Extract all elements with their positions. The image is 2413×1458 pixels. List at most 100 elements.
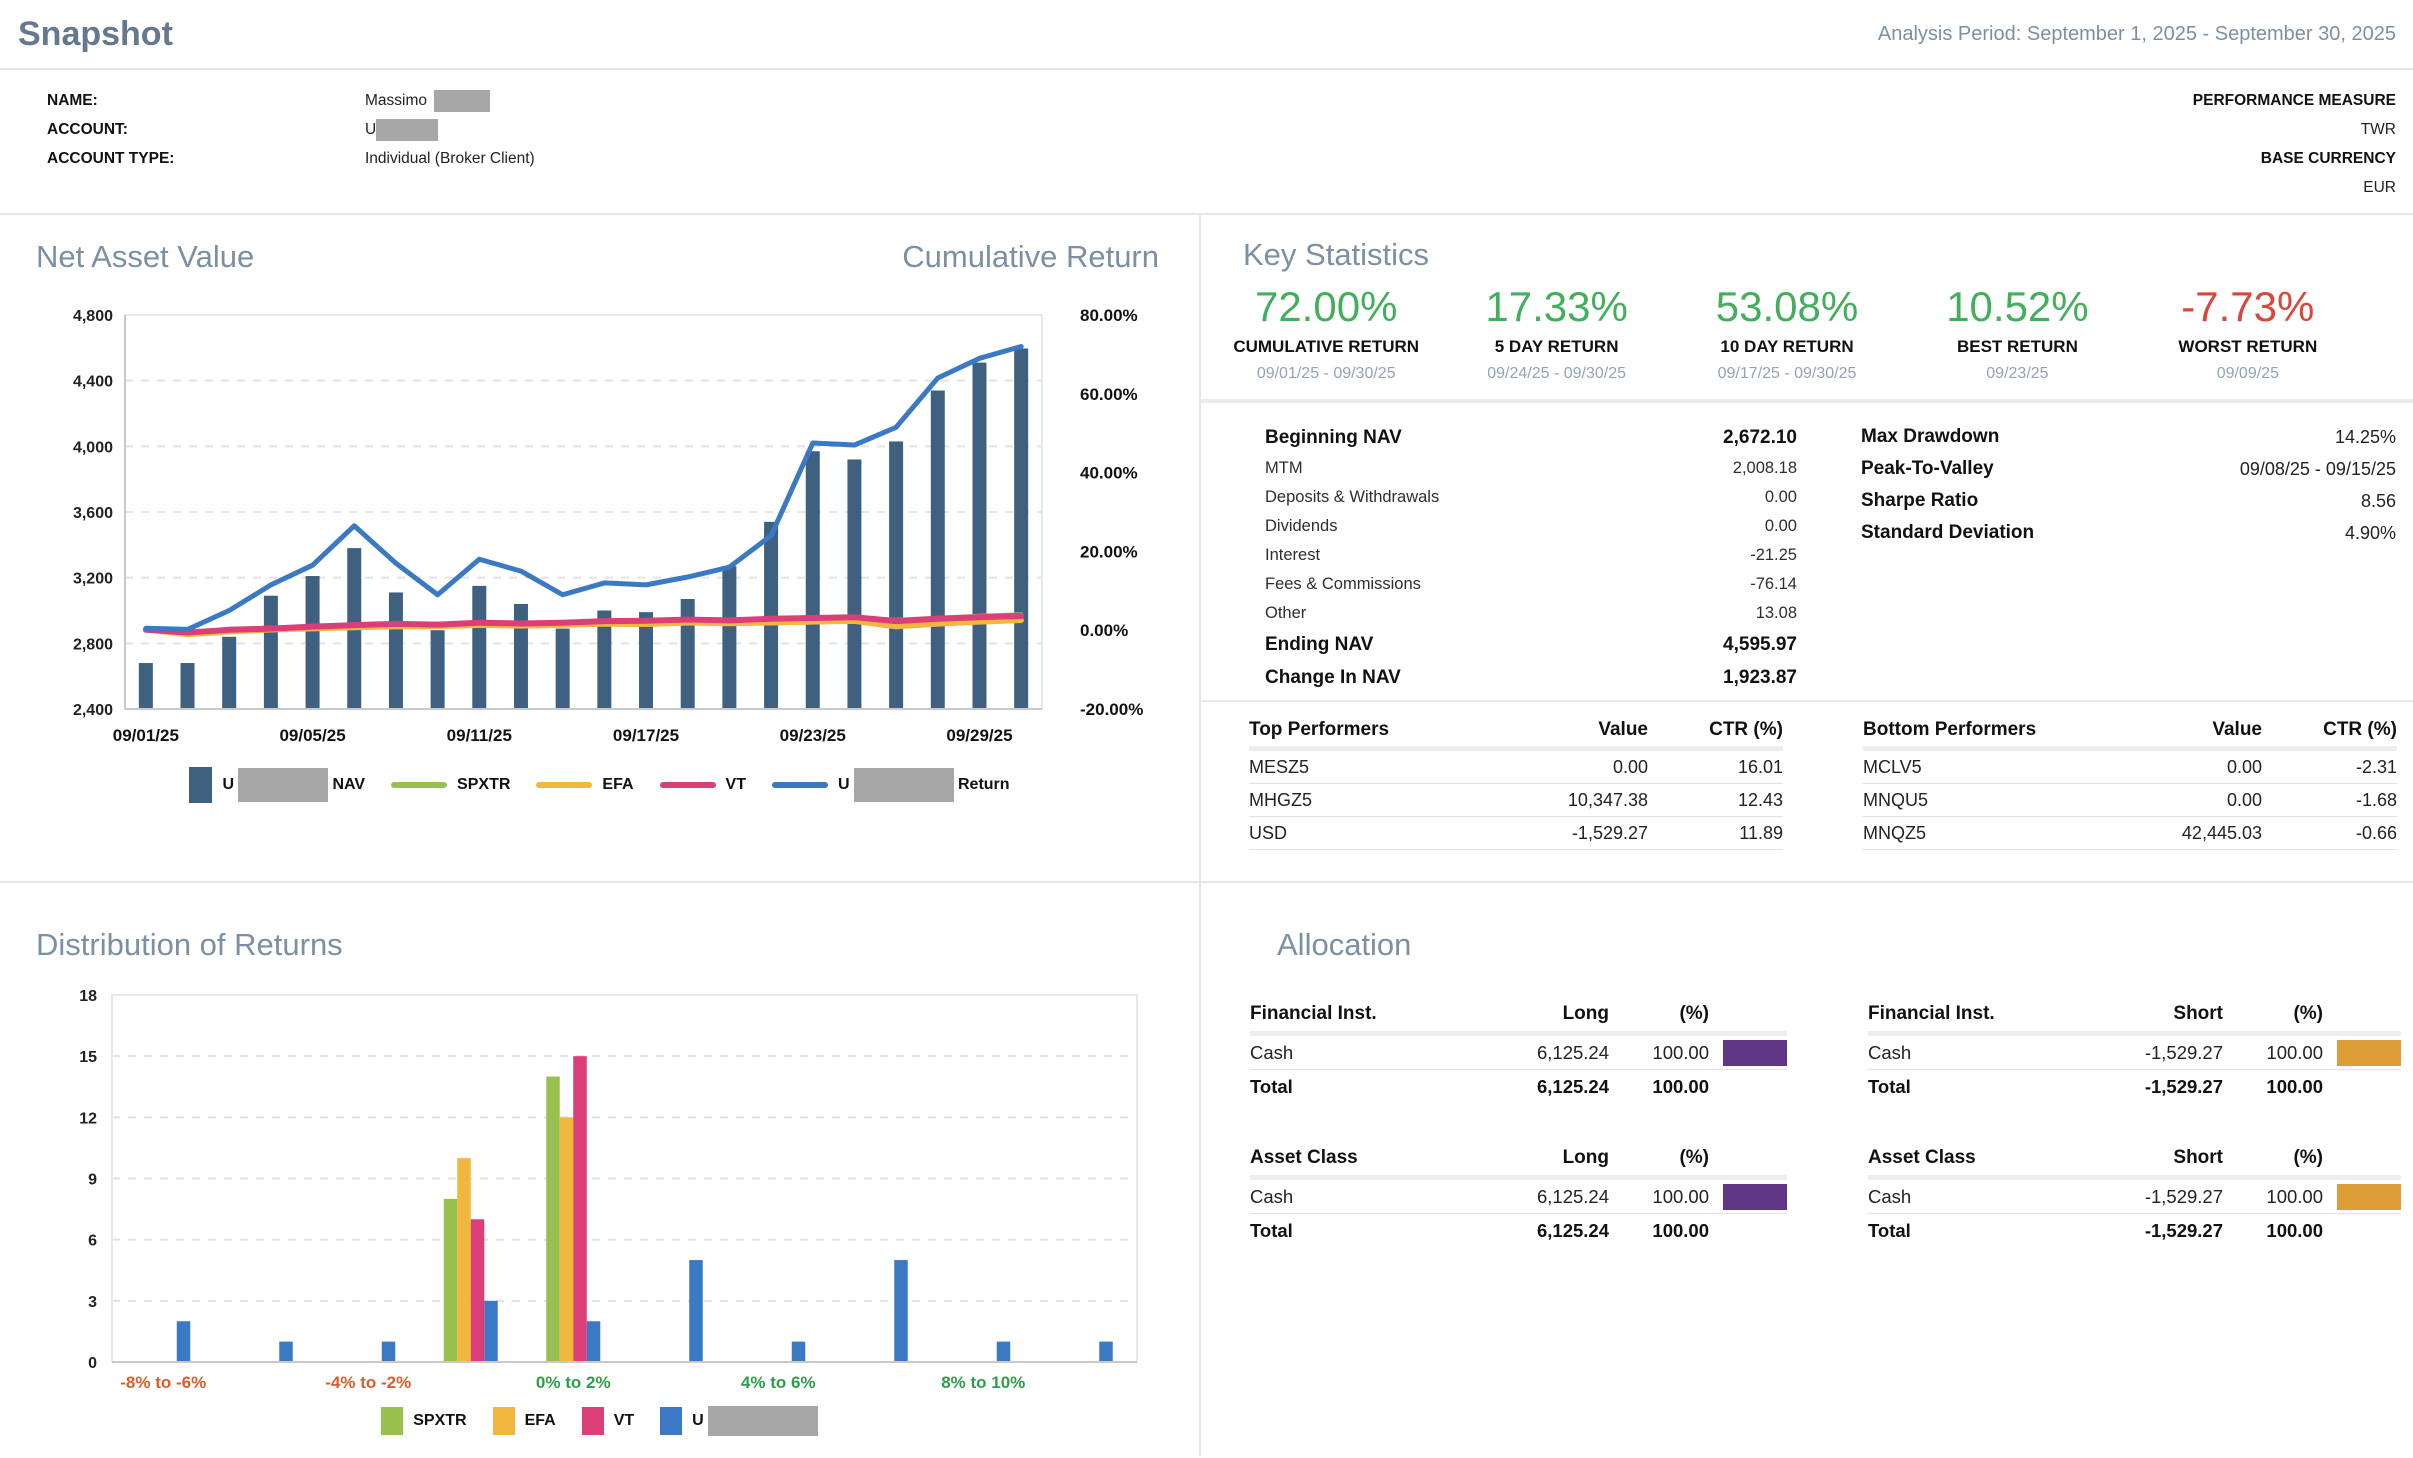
- table-total-row: Total 6,125.24 100.00: [1250, 1214, 1787, 1247]
- stat-period: 09/23/25: [1902, 365, 2132, 383]
- performers: Top Performers Value CTR (%) MESZ50.0016…: [1201, 702, 2413, 850]
- risk-table: Max Drawdown14.25% Peak-To-Valley09/08/2…: [1861, 421, 2396, 694]
- svg-text:80.00%: 80.00%: [1080, 306, 1138, 325]
- table-total-row: Total 6,125.24 100.00: [1250, 1070, 1787, 1103]
- allocation-bar-short: [2337, 1040, 2401, 1066]
- report-header: Snapshot Analysis Period: September 1, 2…: [0, 0, 2413, 70]
- key-statistics-title: Key Statistics: [1243, 237, 2413, 273]
- legend-nav-suffix: NAV: [332, 776, 365, 793]
- bottom-performers-table: Bottom Performers Value CTR (%) MCLV50.0…: [1863, 714, 2397, 850]
- base-currency-label: BASE CURRENCY: [2193, 144, 2396, 173]
- nav-and-risk-tables: Beginning NAV2,672.10 MTM2,008.18 Deposi…: [1201, 403, 2413, 694]
- svg-text:09/01/25: 09/01/25: [113, 726, 179, 745]
- name-value: Massimo: [365, 90, 490, 112]
- efa-line-swatch: [536, 782, 592, 788]
- svg-text:20.00%: 20.00%: [1080, 542, 1138, 561]
- table-total-row: Total -1,529.27 100.00: [1868, 1214, 2401, 1247]
- stat-period: 09/09/25: [2133, 365, 2363, 383]
- table-header: Bottom Performers Value CTR (%): [1863, 714, 2397, 751]
- nav-chart-title: Net Asset Value: [36, 239, 254, 283]
- distribution-section: Distribution of Returns 0369121518-8% to…: [0, 883, 1201, 1456]
- svg-text:0% to 2%: 0% to 2%: [536, 1373, 611, 1392]
- allocation-bar-long: [1723, 1040, 1787, 1066]
- allocation-tables: Financial Inst. Long (%) Cash 6,125.24 1…: [1250, 997, 2413, 1247]
- distribution-chart-svg: 0369121518-8% to -6%-4% to -2%0% to 2%4%…: [0, 985, 1200, 1400]
- account-value: U: [365, 119, 438, 141]
- account-text: U: [365, 121, 376, 139]
- legend-nav-redaction: [238, 768, 328, 802]
- legend-item-spxtr: SPXTR: [381, 1407, 466, 1435]
- legend-item-efa: EFA: [493, 1407, 556, 1435]
- cumulative-return-title: Cumulative Return: [902, 239, 1159, 283]
- stat-period: 09/01/25 - 09/30/25: [1211, 365, 1441, 383]
- stat-label: 10 DAY RETURN: [1672, 337, 1902, 357]
- top-row: Net Asset Value Cumulative Return 4,800 4…: [0, 215, 2413, 883]
- table-row: MHGZ510,347.3812.43: [1249, 784, 1783, 817]
- stat-period: 09/24/25 - 09/30/25: [1441, 365, 1671, 383]
- vt-bar-swatch: [582, 1407, 604, 1435]
- svg-text:2,400: 2,400: [73, 702, 113, 719]
- stat-worst-return: -7.73% WORST RETURN 09/09/25: [2133, 283, 2363, 383]
- account-type-row: ACCOUNT TYPE: Individual (Broker Client): [47, 144, 2413, 173]
- table-row: Ending NAV4,595.97: [1265, 628, 1797, 661]
- stat-label: BEST RETURN: [1902, 337, 2132, 357]
- account-name-row: NAME: Massimo: [47, 86, 2413, 115]
- svg-text:40.00%: 40.00%: [1080, 464, 1138, 483]
- efa-bar-swatch: [493, 1407, 515, 1435]
- nav-section: Net Asset Value Cumulative Return 4,800 4…: [0, 215, 1201, 881]
- svg-text:3,600: 3,600: [73, 505, 113, 522]
- legend-item-efa: EFA: [536, 776, 633, 794]
- alloc-table-financial-short: Financial Inst. Short (%) Cash -1,529.27…: [1868, 997, 2401, 1103]
- alloc-table-asset-short: Asset Class Short (%) Cash -1,529.27 100…: [1868, 1141, 2401, 1247]
- svg-text:18: 18: [79, 988, 97, 1005]
- table-row: Sharpe Ratio8.56: [1861, 485, 2396, 517]
- table-row: Fees & Commissions-76.14: [1265, 570, 1797, 599]
- table-row: Other13.08: [1265, 599, 1797, 628]
- table-row: Max Drawdown14.25%: [1861, 421, 2396, 453]
- nav-chart-legend: U NAV SPXTR EFA VT: [0, 767, 1199, 803]
- table-row: MTM2,008.18: [1265, 454, 1797, 483]
- legend-item-vt: VT: [582, 1407, 634, 1435]
- stat-label: WORST RETURN: [2133, 337, 2363, 357]
- svg-text:4,800: 4,800: [73, 308, 113, 325]
- table-header: Financial Inst. Short (%): [1868, 997, 2401, 1036]
- alloc-table-asset-long: Asset Class Long (%) Cash 6,125.24 100.0…: [1250, 1141, 1787, 1247]
- table-row: MESZ50.0016.01: [1249, 751, 1783, 784]
- legend-account-redaction: [708, 1406, 818, 1436]
- legend-nav-label: U NAV: [222, 768, 365, 802]
- svg-text:4,000: 4,000: [73, 439, 113, 456]
- bottom-row: Distribution of Returns 0369121518-8% to…: [0, 883, 2413, 1456]
- account-meta: PERFORMANCE MEASURE TWR BASE CURRENCY EU…: [2193, 86, 2396, 202]
- name-label: NAME:: [47, 92, 365, 110]
- svg-text:-8% to -6%: -8% to -6%: [120, 1373, 206, 1392]
- legend-efa-label: EFA: [602, 776, 633, 794]
- legend-spxtr-label: SPXTR: [413, 1412, 466, 1430]
- table-row: Deposits & Withdrawals0.00: [1265, 483, 1797, 512]
- legend-spxtr-label: SPXTR: [457, 776, 510, 794]
- base-currency-value: EUR: [2193, 173, 2396, 202]
- svg-text:60.00%: 60.00%: [1080, 385, 1138, 404]
- allocation-bar-long: [1723, 1184, 1787, 1210]
- stat-period: 09/17/25 - 09/30/25: [1672, 365, 1902, 383]
- table-header: Asset Class Long (%): [1250, 1141, 1787, 1180]
- table-row: Peak-To-Valley09/08/25 - 09/15/25: [1861, 453, 2396, 485]
- legend-return-suffix: Return: [958, 776, 1010, 793]
- nav-chart-svg: 4,8004,4004,0003,6003,2002,8002,40080.00…: [0, 293, 1200, 753]
- account-type-value: Individual (Broker Client): [365, 150, 535, 168]
- account-label: ACCOUNT:: [47, 121, 365, 139]
- legend-account-label: U: [692, 1406, 818, 1436]
- legend-account-prefix: U: [692, 1412, 704, 1429]
- stat-value: -7.73%: [2133, 283, 2363, 331]
- svg-text:0: 0: [88, 1355, 97, 1372]
- table-row: USD-1,529.2711.89: [1249, 817, 1783, 850]
- table-row: Change In NAV1,923.87: [1265, 661, 1797, 694]
- svg-text:8% to 10%: 8% to 10%: [941, 1373, 1025, 1392]
- stat-cumulative-return: 72.00% CUMULATIVE RETURN 09/01/25 - 09/3…: [1211, 283, 1441, 383]
- stat-label: CUMULATIVE RETURN: [1211, 337, 1441, 357]
- svg-text:15: 15: [79, 1049, 97, 1066]
- table-header: Financial Inst. Long (%): [1250, 997, 1787, 1036]
- table-row: Cash 6,125.24 100.00: [1250, 1036, 1787, 1070]
- vt-line-swatch: [660, 782, 716, 788]
- table-row: Interest-21.25: [1265, 541, 1797, 570]
- stat-value: 53.08%: [1672, 283, 1902, 331]
